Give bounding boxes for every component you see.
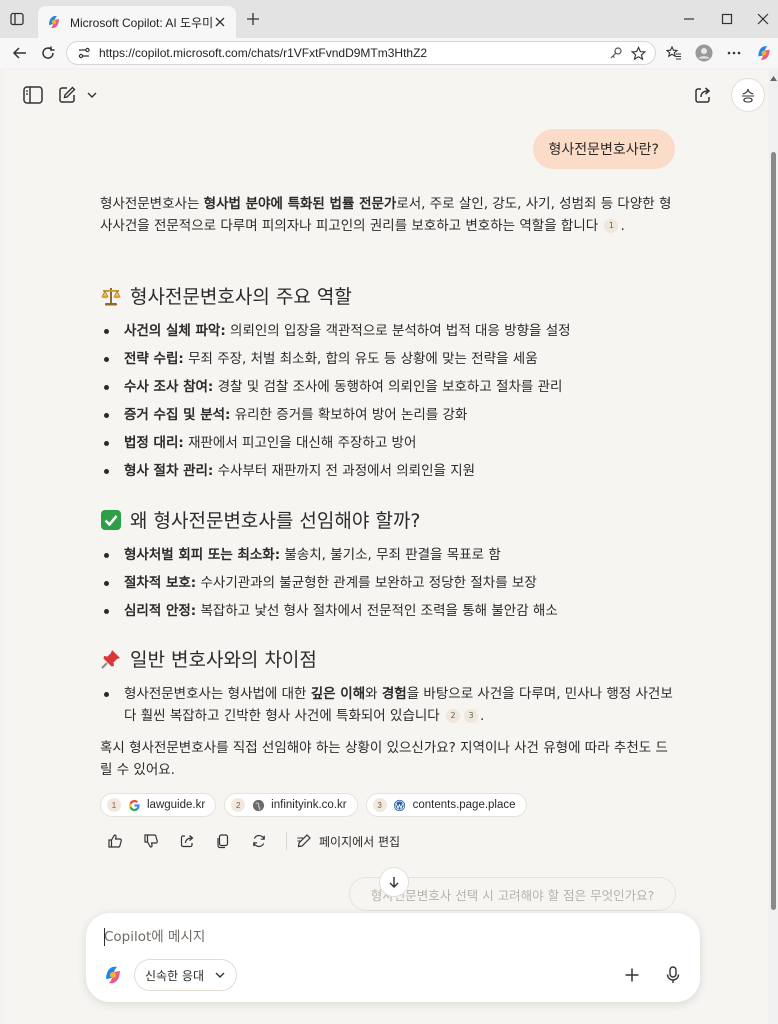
copilot-sidebar-icon[interactable] <box>754 43 774 63</box>
list-item: 전략 수립: 무죄 주장, 처벌 최소화, 합의 유도 등 상황에 맞는 전략을… <box>100 348 680 376</box>
answer-intro: 형사전문변호사는 형사법 분야에 특화된 법률 전문가로서, 주로 살인, 강도… <box>100 196 672 234</box>
sidebar-toggle-icon[interactable] <box>20 82 46 108</box>
maximize-icon[interactable] <box>716 8 738 30</box>
source-name: lawguide.kr <box>147 799 206 811</box>
list-item: 형사처벌 회피 또는 최소화: 불송치, 불기소, 무죄 판결을 목표로 함 <box>100 544 680 572</box>
list-item: 심리적 안정: 복잡하고 낯선 형사 절차에서 전문적인 조력을 통해 불안감 … <box>100 600 680 628</box>
share-icon[interactable] <box>690 82 716 108</box>
section-heading-text: 형사전문변호사의 주요 역할 <box>130 286 352 308</box>
edit-in-page-button[interactable]: 페이지에서 편집 <box>293 830 400 852</box>
active-tab[interactable]: Microsoft Copilot: AI 도우미 <box>38 6 236 38</box>
user-message-text: 형사전문변호사란? <box>548 142 659 158</box>
text-caret <box>104 928 105 946</box>
favorite-star-icon[interactable] <box>627 42 649 64</box>
address-url: https://copilot.microsoft.com/chats/r1VF… <box>99 46 428 60</box>
difference-list: 형사전문변호사는 형사법에 대한 깊은 이해와 경험을 바탕으로 사건을 다루며… <box>100 683 680 727</box>
list-item: 사건의 실체 파악: 의뢰인의 입장을 객관적으로 분석하여 법적 대응 방향을… <box>100 320 680 348</box>
source-number: 3 <box>372 798 387 812</box>
minimize-icon[interactable] <box>678 8 700 30</box>
source-name: contents.page.place <box>412 799 516 811</box>
intro-text-bold: 형사법 분야에 특화된 법률 전문가 <box>203 196 397 212</box>
source-chip-contents[interactable]: 3 contents.page.place <box>365 793 527 817</box>
intro-text-pre: 형사전문변호사는 <box>100 196 204 212</box>
share-message-icon[interactable] <box>176 830 198 852</box>
source-chip-infinityink[interactable]: 2 infinityink.co.kr <box>224 793 358 817</box>
scrollbar-thumb[interactable] <box>771 152 776 910</box>
list-item: 수사 조사 참여: 경찰 및 검찰 조사에 동행하여 의뢰인을 보호하고 절차를… <box>100 376 680 404</box>
refresh-icon[interactable] <box>38 43 58 63</box>
check-mark-icon <box>100 509 122 531</box>
list-item: 형사 절차 관리: 수사부터 재판까지 전 과정에서 의뢰인을 지원 <box>100 460 680 488</box>
favorites-icon[interactable] <box>664 43 684 63</box>
thumbs-up-icon[interactable] <box>104 830 126 852</box>
site-info-icon[interactable] <box>77 46 91 60</box>
message-input[interactable] <box>104 925 664 949</box>
scroll-to-bottom-icon[interactable] <box>379 867 409 897</box>
action-divider <box>286 832 287 850</box>
tab-actions-icon[interactable] <box>8 10 26 28</box>
source-number: 2 <box>231 798 246 812</box>
user-message-bubble: 형사전문변호사란? <box>532 129 675 169</box>
citation-badge[interactable]: 1 <box>604 219 619 233</box>
thumbs-down-icon[interactable] <box>140 830 162 852</box>
more-options-icon[interactable] <box>724 43 744 63</box>
browser-tab-bar: Microsoft Copilot: AI 도우미 <box>0 0 778 38</box>
section-heading-text: 왜 형사전문변호사를 선임해야 할까? <box>130 510 421 532</box>
source-name: infinityink.co.kr <box>271 799 347 811</box>
chevron-down-icon[interactable] <box>82 82 102 108</box>
profile-avatar-icon[interactable] <box>694 43 714 63</box>
message-actions: 페이지에서 편집 <box>104 830 400 852</box>
citation-badge[interactable]: 2 <box>446 709 460 723</box>
balance-scale-icon <box>100 285 122 307</box>
wordpress-icon <box>393 798 407 812</box>
suggested-question-text: 형사전문변호사 선택 시 고려해야 할 점은 무엇인가요? <box>370 887 655 903</box>
user-avatar[interactable]: 승 <box>731 78 765 112</box>
section-heading-why: 왜 형사전문변호사를 선임해야 할까? <box>100 506 420 533</box>
pushpin-icon <box>100 648 122 670</box>
microphone-icon[interactable] <box>662 964 684 986</box>
list-item: 법정 대리: 재판에서 피고인을 대신해 주장하고 방어 <box>100 432 680 460</box>
address-bar[interactable]: https://copilot.microsoft.com/chats/r1VF… <box>66 41 656 65</box>
roles-list: 사건의 실체 파악: 의뢰인의 입장을 객관적으로 분석하여 법적 대응 방향을… <box>100 320 680 488</box>
section-heading-difference: 일반 변호사와의 차이점 <box>100 645 317 672</box>
why-list: 형사처벌 회피 또는 최소화: 불송치, 불기소, 무죄 판결을 목표로 함 절… <box>100 544 680 628</box>
plus-icon[interactable] <box>621 964 643 986</box>
list-item: 절차적 보호: 수사기관과의 불균형한 관계를 보완하고 정당한 절차를 보장 <box>100 572 680 600</box>
chevron-down-icon <box>214 969 226 981</box>
google-icon <box>127 798 141 812</box>
back-icon[interactable] <box>10 43 30 63</box>
key-icon[interactable] <box>605 42 627 64</box>
list-item: 형사전문변호사는 형사법에 대한 깊은 이해와 경험을 바탕으로 사건을 다루며… <box>100 683 680 727</box>
source-chip-lawguide[interactable]: 1 lawguide.kr <box>100 793 217 817</box>
citation-badge[interactable]: 3 <box>464 709 478 723</box>
message-composer: 신속한 응대 <box>86 913 700 1002</box>
followup-question: 혹시 형사전문변호사를 직접 선임해야 하는 상황이 있으신가요? 지역이나 사… <box>100 740 668 778</box>
copilot-logo-icon[interactable] <box>102 964 124 986</box>
source-chips: 1 lawguide.kr 2 infinityink.co.kr 3 cont… <box>100 793 527 817</box>
tab-title: Microsoft Copilot: AI 도우미 <box>70 15 212 30</box>
scroll-up-arrow-icon[interactable] <box>770 74 777 82</box>
response-mode-label: 신속한 응대 <box>145 968 205 983</box>
regenerate-icon[interactable] <box>248 830 270 852</box>
copy-icon[interactable] <box>212 830 234 852</box>
close-tab-icon[interactable] <box>212 14 228 30</box>
globe-icon <box>251 798 265 812</box>
section-heading-roles: 형사전문변호사의 주요 역할 <box>100 282 352 309</box>
pencil-edit-icon <box>293 830 315 852</box>
new-tab-icon[interactable] <box>244 10 262 28</box>
browser-toolbar: https://copilot.microsoft.com/chats/r1VF… <box>0 38 778 68</box>
list-item: 증거 수집 및 분석: 유리한 증거를 확보하여 방어 논리를 강화 <box>100 404 680 432</box>
source-number: 1 <box>107 798 121 812</box>
response-mode-dropdown[interactable]: 신속한 응대 <box>134 959 238 991</box>
close-window-icon[interactable] <box>752 8 774 30</box>
new-chat-icon[interactable] <box>54 82 80 108</box>
copilot-favicon-icon <box>49 16 59 28</box>
section-heading-text: 일반 변호사와의 차이점 <box>130 649 317 671</box>
edit-in-page-label: 페이지에서 편집 <box>319 834 401 849</box>
